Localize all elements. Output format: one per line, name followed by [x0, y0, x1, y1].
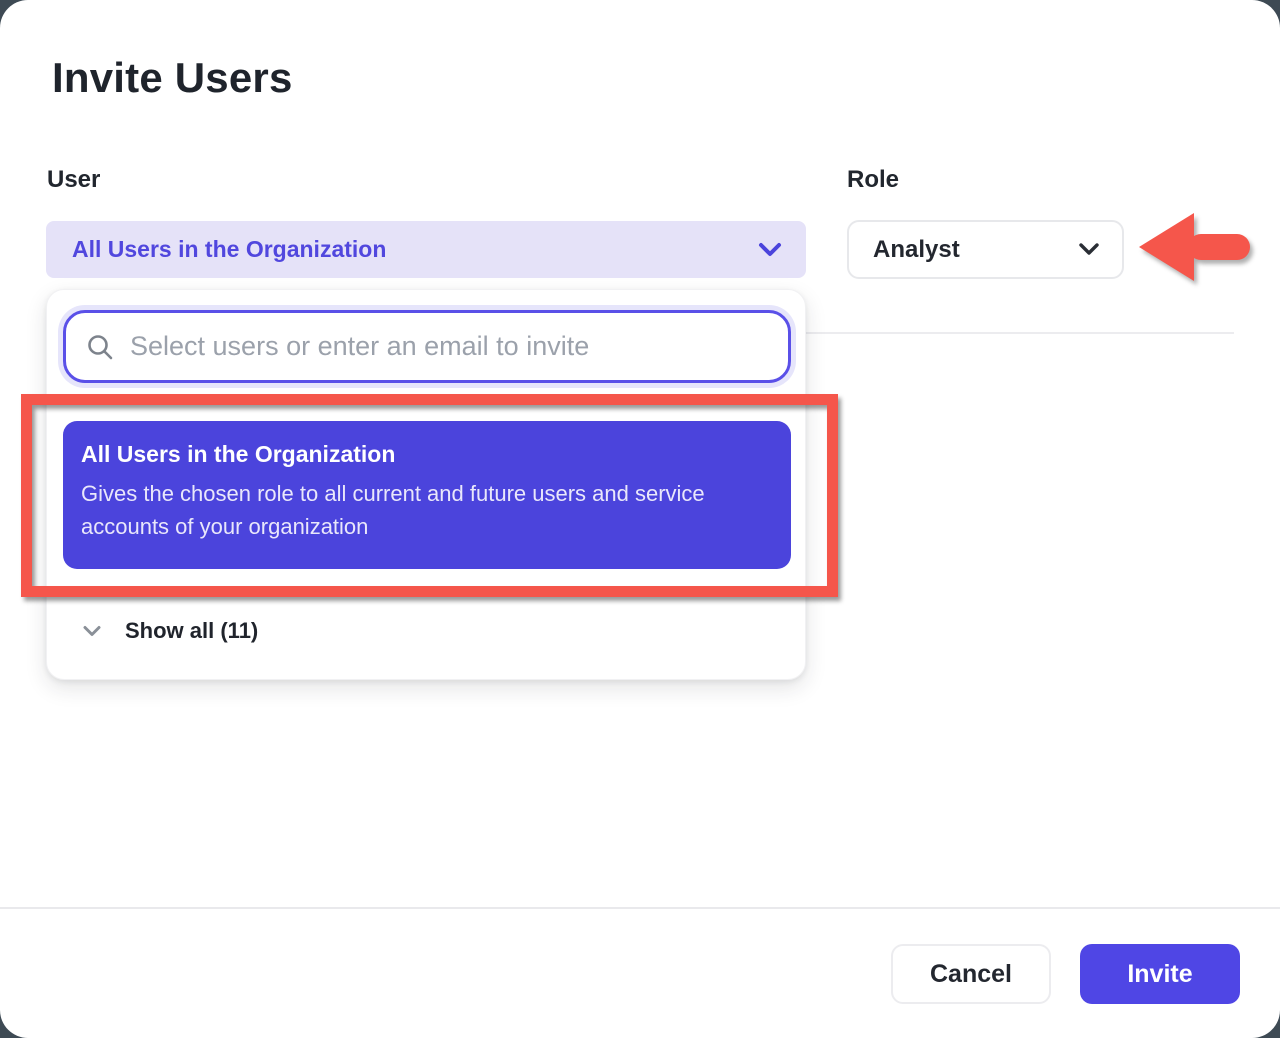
user-search-input[interactable] [130, 331, 768, 362]
role-select[interactable]: Analyst [847, 220, 1124, 279]
search-icon [86, 333, 114, 361]
cancel-button[interactable]: Cancel [891, 944, 1051, 1004]
option-description: Gives the chosen role to all current and… [81, 477, 771, 543]
user-select[interactable]: All Users in the Organization [46, 221, 806, 278]
user-search-field [63, 310, 791, 383]
invite-button[interactable]: Invite [1080, 944, 1240, 1004]
chevron-down-icon [83, 625, 101, 637]
option-title: All Users in the Organization [81, 441, 771, 468]
page-title: Invite Users [52, 54, 293, 102]
chevron-down-icon [1078, 242, 1100, 257]
dropdown-option-all-users[interactable]: All Users in the Organization Gives the … [63, 421, 791, 569]
user-select-value: All Users in the Organization [72, 236, 758, 263]
show-all-toggle[interactable]: Show all (11) [47, 603, 805, 659]
role-field-label: Role [847, 166, 899, 194]
user-field-label: User [47, 166, 100, 194]
chevron-down-icon [758, 242, 782, 258]
invite-users-modal: Invite Users User Role All Users in the … [0, 0, 1280, 1038]
screenshot-stage: Invite Users User Role All Users in the … [0, 0, 1280, 1038]
user-dropdown-panel: All Users in the Organization Gives the … [46, 289, 806, 680]
role-select-value: Analyst [873, 236, 1078, 264]
footer-divider [0, 907, 1280, 909]
show-all-label: Show all (11) [125, 618, 258, 644]
